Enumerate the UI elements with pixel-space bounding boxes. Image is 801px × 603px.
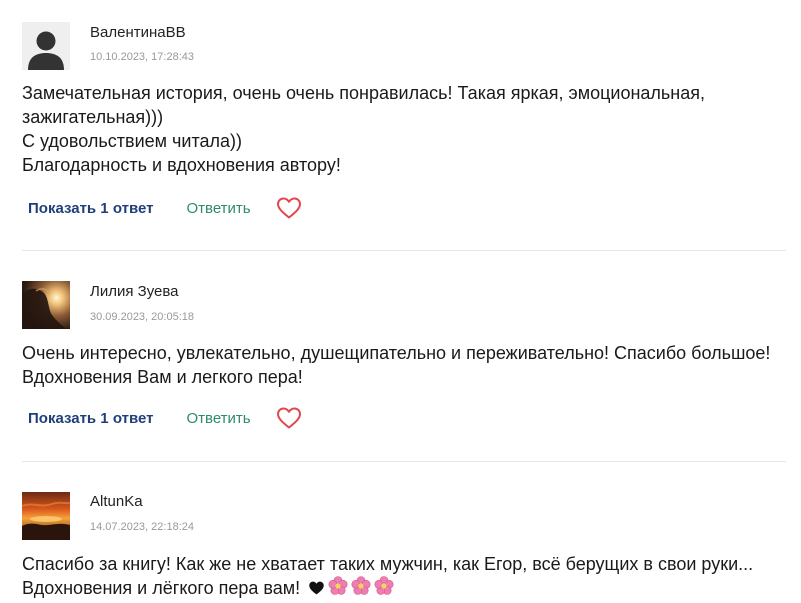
- comment-author[interactable]: Лилия Зуева: [90, 283, 179, 300]
- reply-button[interactable]: Ответить: [186, 410, 250, 427]
- comment-text-line: Спасибо за книгу! Как же не хватает таки…: [22, 554, 754, 574]
- black-heart-icon: [308, 578, 325, 602]
- comment-actions: Показать 1 ответ Ответить: [28, 406, 302, 430]
- comment-text-line: Очень интересно, увлекательно, душещипат…: [22, 343, 771, 363]
- photo-avatar-icon: [22, 492, 70, 540]
- comment-text-line: Вдохновения Вам и легкого пера!: [22, 367, 303, 387]
- comment-text: Замечательная история, очень очень понра…: [22, 81, 782, 177]
- comment-text-line: Вдохновения и лёгкого пера вам!: [22, 576, 782, 602]
- cherry-blossom-icon: [328, 576, 348, 602]
- comment-date: 14.07.2023, 22:18:24: [90, 521, 194, 533]
- heart-icon: [276, 197, 301, 219]
- avatar[interactable]: [22, 22, 70, 70]
- comment-text-line: Замечательная история, очень очень понра…: [22, 83, 705, 103]
- cherry-blossom-icon: [374, 576, 394, 602]
- comment-date: 30.09.2023, 20:05:18: [90, 311, 194, 323]
- comment-date: 10.10.2023, 17:28:43: [90, 51, 194, 63]
- avatar[interactable]: [22, 492, 70, 540]
- comment-actions: Показать 1 ответ Ответить: [28, 196, 302, 220]
- heart-icon: [276, 407, 301, 429]
- comment-text-fragment: Вдохновения и лёгкого пера вам!: [22, 578, 301, 598]
- comment-divider: [22, 461, 786, 462]
- comment-divider: [22, 250, 786, 251]
- comment-text-line: Благодарность и вдохновения автору!: [22, 155, 341, 175]
- show-replies-button[interactable]: Показать 1 ответ: [28, 410, 153, 427]
- like-button[interactable]: [276, 196, 302, 220]
- comment-text-line: С удовольствием читала)): [22, 131, 243, 151]
- avatar[interactable]: [22, 281, 70, 329]
- default-user-avatar-icon: [22, 22, 70, 70]
- cherry-blossom-icon: [351, 576, 371, 602]
- comment-text: Спасибо за книгу! Как же не хватает таки…: [22, 552, 782, 602]
- reply-button[interactable]: Ответить: [186, 200, 250, 217]
- comment-text: Очень интересно, увлекательно, душещипат…: [22, 341, 782, 389]
- show-replies-button[interactable]: Показать 1 ответ: [28, 200, 153, 217]
- comment-author[interactable]: AltunKa: [90, 493, 143, 510]
- comment-text-line: зажигательная))): [22, 107, 164, 127]
- photo-avatar-icon: [22, 281, 70, 329]
- comment-author[interactable]: ВалентинаВВ: [90, 24, 186, 41]
- like-button[interactable]: [276, 406, 302, 430]
